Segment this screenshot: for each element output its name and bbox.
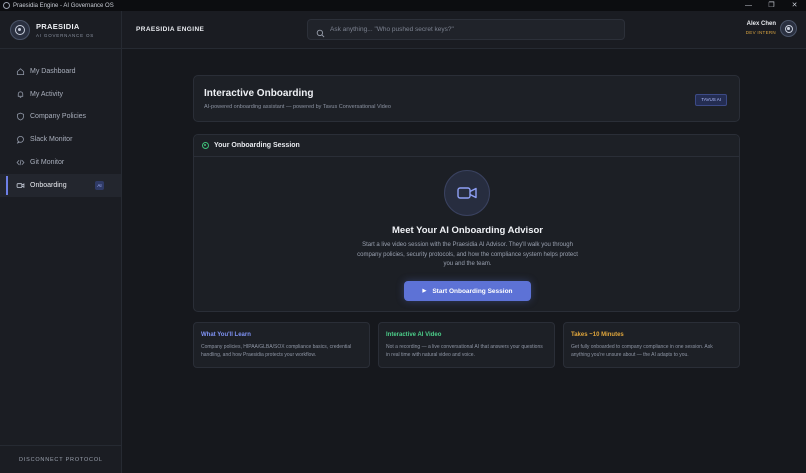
user-name: Alex Chen xyxy=(746,21,776,27)
chat-icon xyxy=(16,135,25,144)
card-title: Takes ~10 Minutes xyxy=(571,332,624,338)
user-role: DEV INTERN xyxy=(745,30,776,35)
card-title: Interactive AI Video xyxy=(386,332,442,338)
brand-logo-icon xyxy=(10,19,30,40)
window-controls: — ❐ ✕ xyxy=(737,0,806,11)
sidebar: PRAESIDIA AI GOVERNANCE OS My Dashboard … xyxy=(0,11,122,473)
sidebar-item-label: Onboarding xyxy=(30,181,67,189)
disconnect-button[interactable]: DISCONNECT PROTOCOL xyxy=(0,445,121,473)
card-body: Company policies, HIPAA/GLBA/SOX complia… xyxy=(201,344,352,358)
session-header: Your Onboarding Session xyxy=(194,135,739,157)
search-input[interactable] xyxy=(330,26,610,33)
info-card-video: Interactive AI Video Not a recording — a… xyxy=(378,322,555,368)
card-title: What You'll Learn xyxy=(201,332,251,338)
sidebar-item-dashboard[interactable]: My Dashboard xyxy=(0,60,121,83)
start-onboarding-label: Start Onboarding Session xyxy=(432,287,513,295)
onboarding-session-panel: Your Onboarding Session Meet Your AI Onb… xyxy=(193,134,740,312)
user-info[interactable]: Alex Chen DEV INTERN xyxy=(746,21,776,35)
card-body: Get fully onboarded to company complianc… xyxy=(571,344,713,358)
advisor-description: Start a live video session with the Prae… xyxy=(357,242,578,267)
info-card-learn: What You'll Learn Company policies, HIPA… xyxy=(193,322,370,368)
brand[interactable]: PRAESIDIA AI GOVERNANCE OS xyxy=(0,11,121,49)
code-icon xyxy=(16,158,25,167)
info-card-time: Takes ~10 Minutes Get fully onboarded to… xyxy=(563,322,740,368)
page-subtitle: AI-powered onboarding assistant — powere… xyxy=(204,104,391,110)
session-header-label: Your Onboarding Session xyxy=(214,142,300,149)
sidebar-item-label: My Dashboard xyxy=(30,67,76,75)
main-content: Interactive Onboarding AI-powered onboar… xyxy=(122,49,806,473)
sidebar-nav: My Dashboard My Activity Company Policie… xyxy=(0,60,121,197)
sidebar-item-git[interactable]: Git Monitor xyxy=(0,151,121,174)
ai-badge: AI xyxy=(95,180,104,190)
app-icon xyxy=(3,2,10,9)
sidebar-item-slack[interactable]: Slack Monitor xyxy=(0,128,121,151)
video-camera-icon xyxy=(444,170,490,216)
play-icon: ▶ xyxy=(422,288,427,294)
shield-icon xyxy=(16,112,25,121)
info-cards: What You'll Learn Company policies, HIPA… xyxy=(193,322,740,368)
brand-subtitle: AI GOVERNANCE OS xyxy=(36,32,95,38)
start-onboarding-button[interactable]: ▶ Start Onboarding Session xyxy=(404,281,531,301)
card-body: Not a recording — a live conversational … xyxy=(386,344,543,358)
sidebar-item-policies[interactable]: Company Policies xyxy=(0,106,121,129)
sidebar-item-activity[interactable]: My Activity xyxy=(0,83,121,106)
brand-name: PRAESIDIA xyxy=(36,21,80,31)
search-icon xyxy=(316,25,325,38)
header-title: PRAESIDIA ENGINE xyxy=(136,26,205,33)
home-icon xyxy=(16,67,25,76)
minimize-button[interactable]: — xyxy=(737,0,760,11)
window-title: Praesidia Engine - AI Governance OS xyxy=(13,2,114,9)
window-titlebar: Praesidia Engine - AI Governance OS — ❐ … xyxy=(0,0,806,11)
tavus-badge: TAVUS AI xyxy=(695,94,727,106)
bell-icon xyxy=(16,90,25,99)
status-dot-icon xyxy=(202,142,209,149)
avatar[interactable] xyxy=(780,20,797,37)
search-bar[interactable] xyxy=(307,19,625,40)
page-title: Interactive Onboarding xyxy=(204,88,314,99)
sidebar-item-label: Slack Monitor xyxy=(30,136,73,144)
advisor-title: Meet Your AI Onboarding Advisor xyxy=(392,225,543,236)
sidebar-item-label: Company Policies xyxy=(30,113,87,121)
video-icon xyxy=(16,181,25,190)
sidebar-item-onboarding[interactable]: Onboarding AI xyxy=(0,173,121,197)
sidebar-item-label: My Activity xyxy=(30,90,64,98)
close-button[interactable]: ✕ xyxy=(783,0,806,11)
top-header: PRAESIDIA ENGINE Alex Chen DEV INTERN xyxy=(122,11,806,49)
onboarding-hero: Interactive Onboarding AI-powered onboar… xyxy=(193,75,740,122)
maximize-button[interactable]: ❐ xyxy=(760,0,783,11)
sidebar-item-label: Git Monitor xyxy=(30,159,65,167)
